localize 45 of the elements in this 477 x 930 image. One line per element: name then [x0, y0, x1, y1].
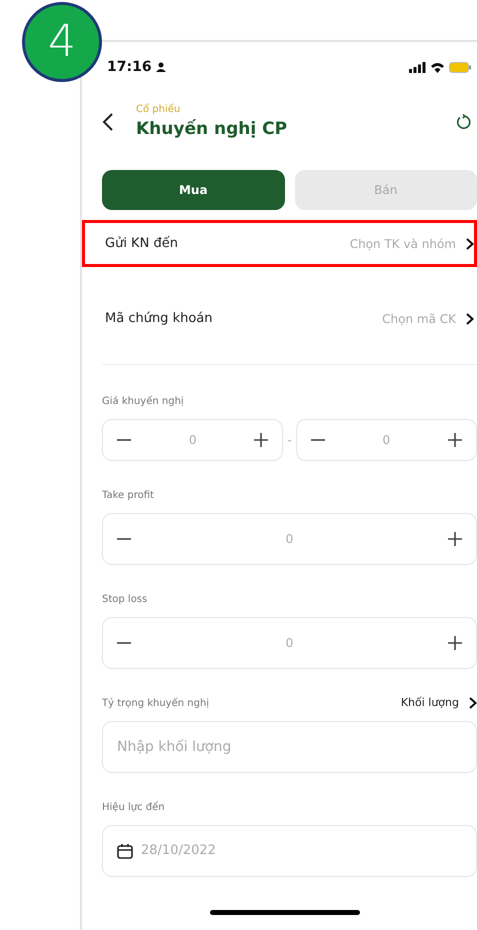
stepper-field[interactable]: 0 [102, 419, 284, 461]
tab[interactable]: Mua [102, 170, 284, 210]
stepper-value: 0 [382, 432, 390, 449]
field-label: Take profit [102, 488, 154, 502]
date-value: 28/10/2022 [141, 842, 216, 860]
picker-row[interactable]: Mã chứng khoán Chọn mã CK [82, 295, 477, 342]
picker-row[interactable]: Gửi KN đến Chọn TK và nhóm [82, 220, 477, 267]
signal-icon [409, 62, 426, 72]
screen-title: Khuyến nghị CP [136, 118, 288, 141]
refresh-icon[interactable] [455, 114, 471, 130]
field-label: Hiệu lực đến [102, 800, 165, 814]
chevron-right-icon [466, 238, 474, 250]
unit-option[interactable]: Khối lượng [400, 694, 459, 712]
stepper-field[interactable]: 0 [102, 513, 477, 565]
row-value: Chọn TK và nhóm [350, 236, 456, 252]
plus-icon[interactable] [448, 433, 462, 447]
stepper-field[interactable]: 0 [102, 617, 477, 669]
stepper-value: 0 [188, 432, 196, 449]
status-time: 17:16 [107, 58, 152, 76]
back-icon[interactable] [102, 112, 114, 132]
date-field[interactable]: 28/10/2022 [102, 825, 477, 877]
row-value: Chọn mã CK [382, 310, 456, 328]
stepper-value: 0 [286, 531, 294, 548]
placeholder-text: Nhập khối lượng [117, 738, 232, 756]
plus-icon[interactable] [254, 433, 268, 447]
stepper-value: 0 [286, 635, 294, 652]
calendar-icon [117, 843, 133, 859]
screen-subtitle: Cổ phiếu [136, 102, 182, 117]
plus-icon[interactable] [448, 636, 462, 650]
range-separator: - [287, 432, 292, 449]
step-number-badge: 4 [22, 2, 102, 82]
stepper-field[interactable]: 0 [296, 419, 477, 461]
row-label: Mã chứng khoán [105, 310, 212, 328]
plus-icon[interactable] [448, 532, 462, 546]
wifi-icon [430, 62, 445, 72]
row-label: Gửi KN đến [105, 234, 178, 253]
field-label: Stop loss [102, 592, 148, 606]
tab[interactable]: Bán [294, 170, 477, 210]
person-icon [156, 62, 166, 72]
text-input-field[interactable]: Nhập khối lượng [102, 721, 477, 773]
battery-icon [449, 62, 471, 72]
chevron-right-icon [469, 697, 477, 709]
chevron-right-icon [466, 312, 474, 324]
field-label: Tỷ trọng khuyến nghị [102, 696, 210, 710]
field-label: Giá khuyến nghị [102, 394, 184, 408]
